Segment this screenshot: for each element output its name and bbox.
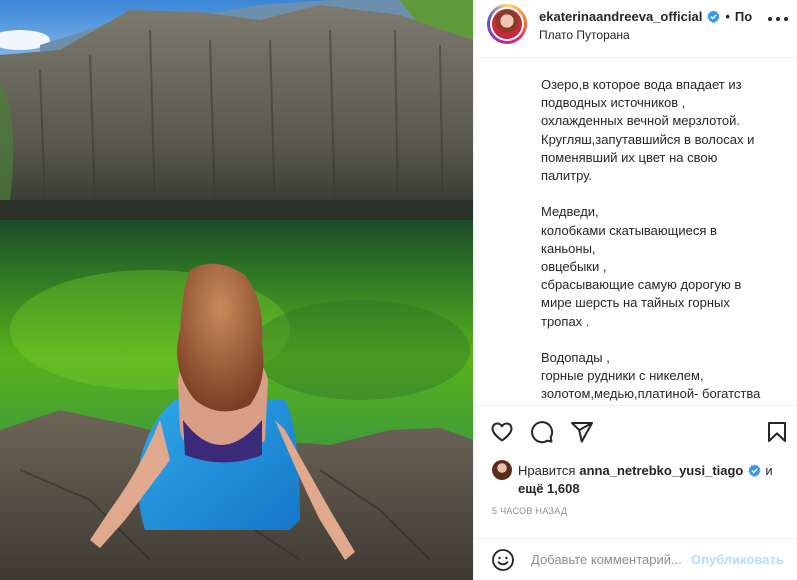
verified-badge-icon: [707, 9, 720, 23]
caption-line: охлажденных вечной мерзлотой.: [541, 113, 740, 129]
caption-line: мире шерсть на тайных горных: [541, 295, 730, 311]
more-dot: [776, 17, 780, 21]
likes-count[interactable]: ещё 1,608: [518, 480, 792, 498]
likes-summary: Нравится anna_netrebko_yusi_tiago и ещё …: [492, 460, 792, 498]
post-caption: Озеро,в которое вода впадает из подводны…: [541, 76, 781, 402]
paper-plane-icon[interactable]: [570, 420, 594, 444]
likes-conjunction: и: [765, 462, 773, 478]
avatar-image: [490, 7, 524, 41]
heart-icon[interactable]: [490, 420, 514, 444]
post-photo[interactable]: [0, 0, 473, 580]
caption-blank-line: [541, 185, 781, 203]
caption-line: сбрасывающие самую дорогую в: [541, 277, 742, 293]
comment-bubble-icon[interactable]: [530, 420, 554, 444]
caption-line: Медведи,: [541, 204, 599, 220]
publish-button[interactable]: Опубликовать: [691, 552, 784, 567]
liker-username[interactable]: anna_netrebko_yusi_tiago: [579, 463, 743, 478]
caption-line: палитру.: [541, 168, 592, 184]
post-details-panel: ekaterinaandreeva_official • По Плато Пу…: [473, 0, 797, 580]
author-username[interactable]: ekaterinaandreeva_official: [539, 9, 702, 24]
more-dot: [784, 17, 788, 21]
follow-button[interactable]: По: [735, 9, 752, 24]
caption-line: Озеро,в которое вода впадает из: [541, 77, 742, 92]
caption-line: подводных источников ,: [541, 95, 686, 111]
post-actions-bar: [474, 405, 797, 457]
author-row: ekaterinaandreeva_official • По: [539, 8, 752, 24]
author-avatar[interactable]: [487, 4, 527, 44]
caption-line: овцебыки ,: [541, 259, 607, 275]
caption-blank-line: [541, 331, 781, 349]
likes-prefix: Нравится: [518, 462, 576, 478]
comment-bar: Опубликовать: [474, 538, 797, 580]
comment-input[interactable]: [531, 552, 689, 567]
caption-line: тропах .: [541, 313, 590, 329]
caption-line: колобками скатывающиеся в: [541, 222, 717, 238]
caption-line: поменявший их цвет на свою: [541, 149, 718, 165]
likes-row: Нравится anna_netrebko_yusi_tiago и: [492, 460, 792, 480]
caption-line: каньоны,: [541, 240, 596, 256]
more-options-icon[interactable]: [768, 17, 788, 23]
liker-avatar[interactable]: [492, 460, 512, 480]
more-dot: [768, 17, 772, 21]
post-header: ekaterinaandreeva_official • По Плато Пу…: [474, 0, 797, 58]
caption-line: горные рудники с никелем,: [541, 368, 704, 384]
post-image: [0, 0, 473, 580]
emoji-smiley-icon[interactable]: [491, 548, 515, 572]
post-location[interactable]: Плато Путорана: [539, 28, 630, 42]
post-timestamp[interactable]: 5 часов назад: [492, 506, 567, 516]
caption-line: Кругляш,запутавшийся в волосах и: [541, 131, 755, 147]
caption-line: золотом,медью,платиной- богатства: [541, 386, 761, 402]
verified-badge-icon: [748, 463, 761, 477]
bookmark-icon[interactable]: [765, 420, 789, 444]
caption-line: Водопады ,: [541, 350, 610, 366]
header-separator: •: [725, 8, 730, 24]
